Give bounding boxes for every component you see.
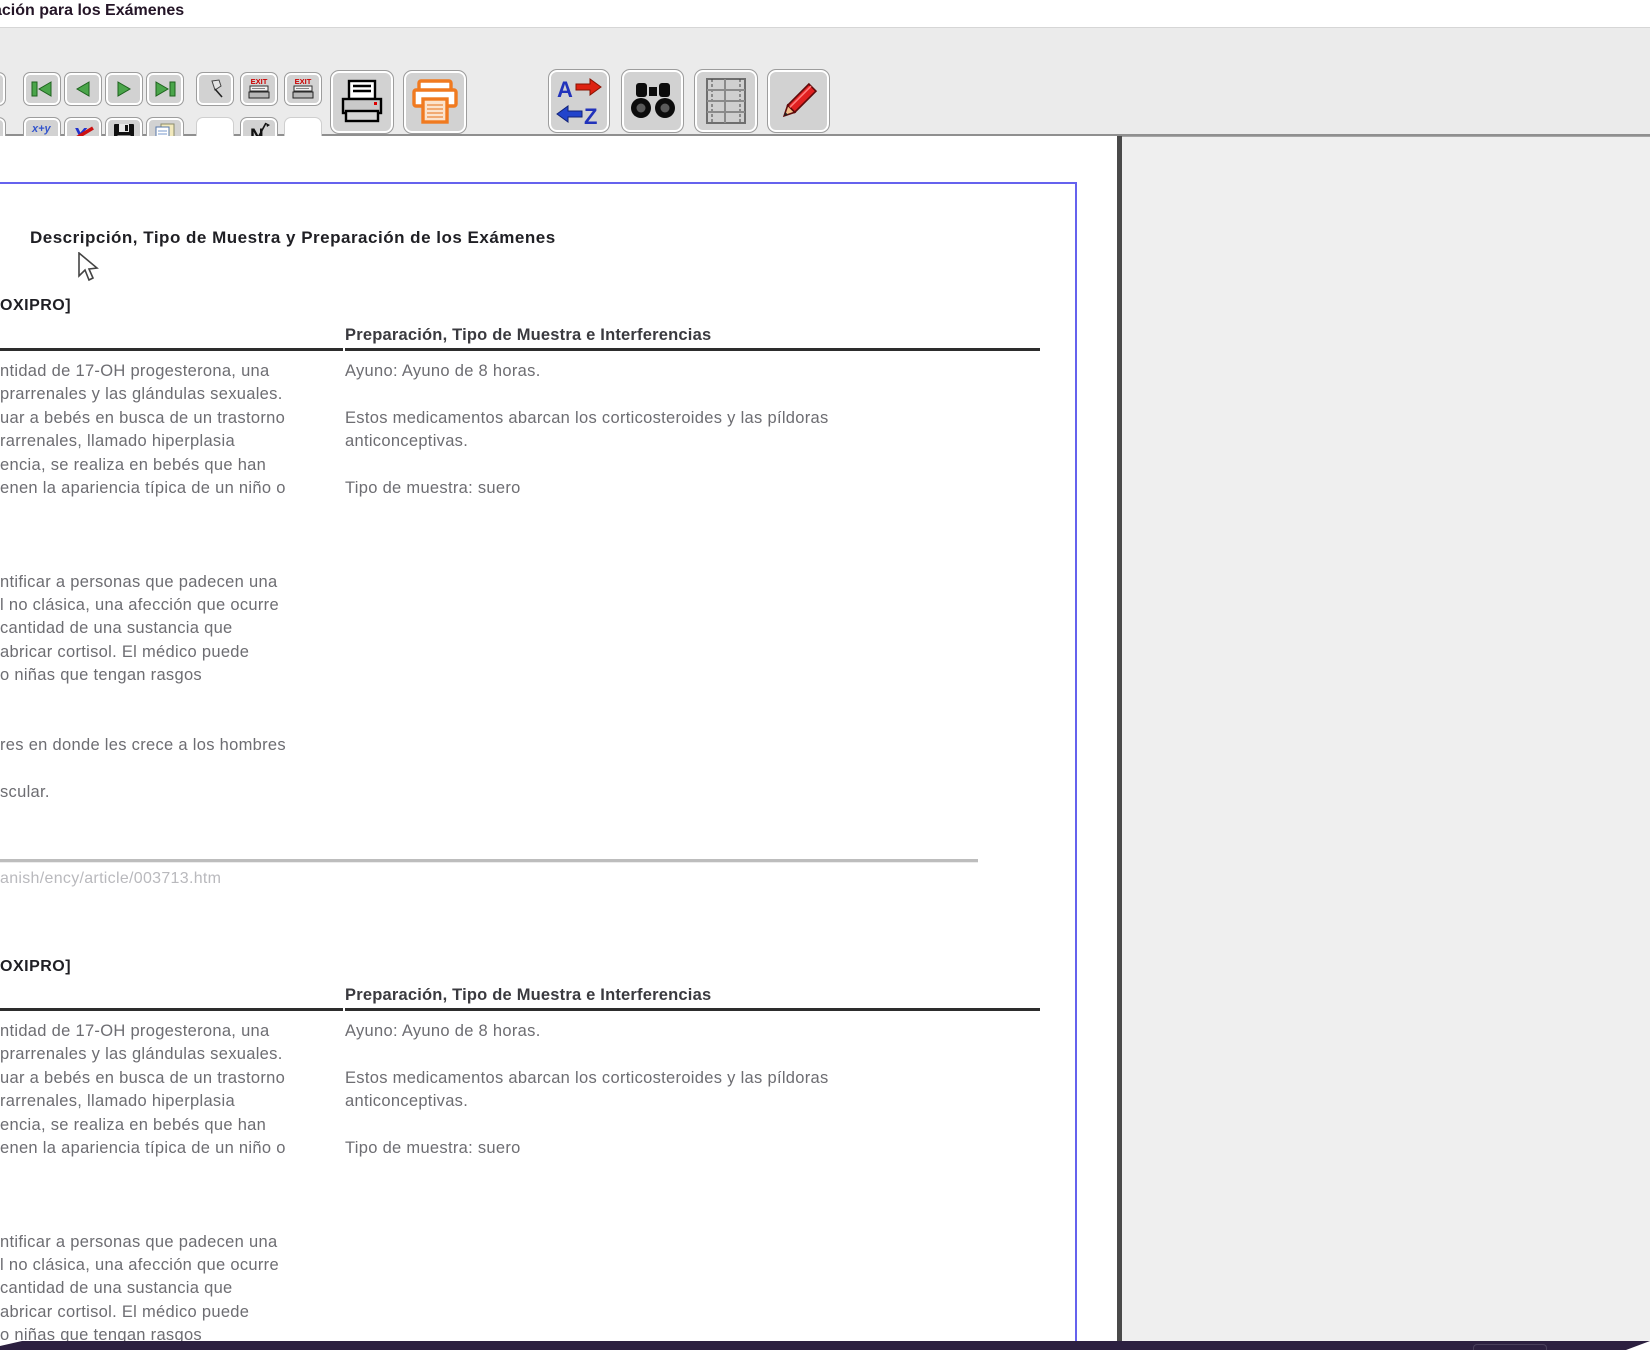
taskbar-button[interactable] xyxy=(1473,1344,1547,1350)
svg-text:Z: Z xyxy=(584,104,597,127)
first-record-button[interactable] xyxy=(23,72,61,106)
svg-text:A: A xyxy=(557,77,573,102)
doc-text-line: encia, se realiza en bebés que han xyxy=(0,1116,266,1135)
doc-text-line: l no clásica, una afección que ocurre xyxy=(0,596,279,615)
doc-text-line: ntidad de 17-OH progesterona, una xyxy=(0,1022,270,1041)
content-region: Descripción, Tipo de Muestra y Preparaci… xyxy=(0,136,1650,1341)
sort-az-icon: A Z xyxy=(554,75,604,127)
doc-text-line: enen la apariencia típica de un niño o xyxy=(0,479,286,498)
doc-text-line: cantidad de una sustancia que xyxy=(0,619,233,638)
last-record-icon xyxy=(153,80,177,98)
test-code: OXIPRO] xyxy=(0,297,71,315)
right-column-rule xyxy=(345,1008,1040,1011)
next-record-button[interactable] xyxy=(105,72,143,106)
grid-icon xyxy=(703,76,749,126)
print-button[interactable] xyxy=(330,70,394,134)
previous-record-button[interactable] xyxy=(64,72,102,106)
report-title: Descripción, Tipo de Muestra y Preparaci… xyxy=(30,228,556,248)
print-report-button-1[interactable]: EXIT xyxy=(240,72,278,106)
print-report-button-2[interactable]: EXIT xyxy=(284,72,322,106)
svg-text:x+y: x+y xyxy=(31,123,52,135)
test-code: OXIPRO] xyxy=(0,958,71,976)
doc-text-line: abricar cortisol. El médico puede xyxy=(0,643,249,662)
doc-text-line: anticonceptivas. xyxy=(345,432,468,451)
source-url: anish/ency/article/003713.htm xyxy=(0,870,221,888)
doc-text-line: Ayuno: Ayuno de 8 horas. xyxy=(345,362,541,381)
first-record-icon xyxy=(30,80,54,98)
column-header-preparation: Preparación, Tipo de Muestra e Interfere… xyxy=(345,986,711,1005)
printer-icon xyxy=(338,78,386,126)
doc-text-line: anticonceptivas. xyxy=(345,1092,468,1111)
doc-text-line: l no clásica, una afección que ocurre xyxy=(0,1256,279,1275)
toolbar: EXIT EXIT x+y =? X xyxy=(0,27,1650,136)
left-column-rule xyxy=(0,1008,343,1011)
pin-icon xyxy=(204,78,226,100)
doc-text-line: Tipo de muestra: suero xyxy=(345,1139,521,1158)
doc-text-line: o niñas que tengan rasgos xyxy=(0,1326,202,1341)
doc-text-line: Estos medicamentos abarcan los corticost… xyxy=(345,409,829,428)
doc-text-line: ntificar a personas que padecen una xyxy=(0,573,277,592)
print-preview-button[interactable] xyxy=(403,70,467,134)
page-border xyxy=(0,182,1077,1341)
next-record-icon xyxy=(112,80,136,98)
mouse-cursor xyxy=(78,252,102,284)
pencil-icon xyxy=(774,76,824,126)
doc-text-line: uar a bebés en busca de un trastorno xyxy=(0,1069,285,1088)
doc-text-line: o niñas que tengan rasgos xyxy=(0,666,202,685)
doc-text-line: prarrenales y las glándulas sexuales. xyxy=(0,385,283,404)
doc-text-line: res en donde les crece a los hombres xyxy=(0,736,286,755)
svg-text:EXIT: EXIT xyxy=(295,77,312,86)
edit-button[interactable] xyxy=(767,69,830,133)
taskbar[interactable] xyxy=(0,1341,1650,1350)
doc-text-line: prarrenales y las glándulas sexuales. xyxy=(0,1045,283,1064)
left-column-rule xyxy=(0,348,343,351)
previous-record-icon xyxy=(71,80,95,98)
grid-view-button[interactable] xyxy=(694,69,758,133)
report-preview-area[interactable]: Descripción, Tipo de Muestra y Preparaci… xyxy=(0,136,1117,1341)
binoculars-icon xyxy=(628,78,678,124)
svg-text:EXIT: EXIT xyxy=(251,77,268,86)
doc-text-line: cantidad de una sustancia que xyxy=(0,1279,233,1298)
app-window: ación para los Exámenes xyxy=(0,0,1650,1350)
doc-text-line: enen la apariencia típica de un niño o xyxy=(0,1139,286,1158)
doc-text-line: abricar cortisol. El médico puede xyxy=(0,1303,249,1322)
right-column-rule xyxy=(345,348,1040,351)
printer-orange-icon xyxy=(410,77,460,127)
last-record-button[interactable] xyxy=(146,72,184,106)
taskbar-left-notch xyxy=(0,1341,22,1346)
column-header-preparation: Preparación, Tipo de Muestra e Interfere… xyxy=(345,326,711,345)
doc-text-line: uar a bebés en busca de un trastorno xyxy=(0,409,285,428)
print-report-icon: EXIT xyxy=(290,76,316,102)
print-report-icon: EXIT xyxy=(246,76,272,102)
partial-button-top[interactable] xyxy=(0,72,6,106)
right-panel xyxy=(1122,136,1650,1341)
doc-text-line: Estos medicamentos abarcan los corticost… xyxy=(345,1069,829,1088)
doc-text-line: scular. xyxy=(0,783,50,802)
doc-text-line: rarrenales, llamado hiperplasia xyxy=(0,1092,235,1111)
pin-button[interactable] xyxy=(196,72,234,106)
section-divider-line xyxy=(0,859,978,863)
sort-button[interactable]: A Z xyxy=(548,69,610,133)
doc-text-line: Tipo de muestra: suero xyxy=(345,479,521,498)
doc-text-line: Ayuno: Ayuno de 8 horas. xyxy=(345,1022,541,1041)
doc-text-line: rarrenales, llamado hiperplasia xyxy=(0,432,235,451)
doc-text-line: ntidad de 17-OH progesterona, una xyxy=(0,362,270,381)
window-title: ación para los Exámenes xyxy=(0,2,184,20)
search-button[interactable] xyxy=(621,69,684,133)
taskbar-corner-cut xyxy=(1626,1341,1650,1350)
doc-text-line: encia, se realiza en bebés que han xyxy=(0,456,266,475)
window-titlebar: ación para los Exámenes xyxy=(0,0,1650,27)
doc-text-line: ntificar a personas que padecen una xyxy=(0,1233,277,1252)
